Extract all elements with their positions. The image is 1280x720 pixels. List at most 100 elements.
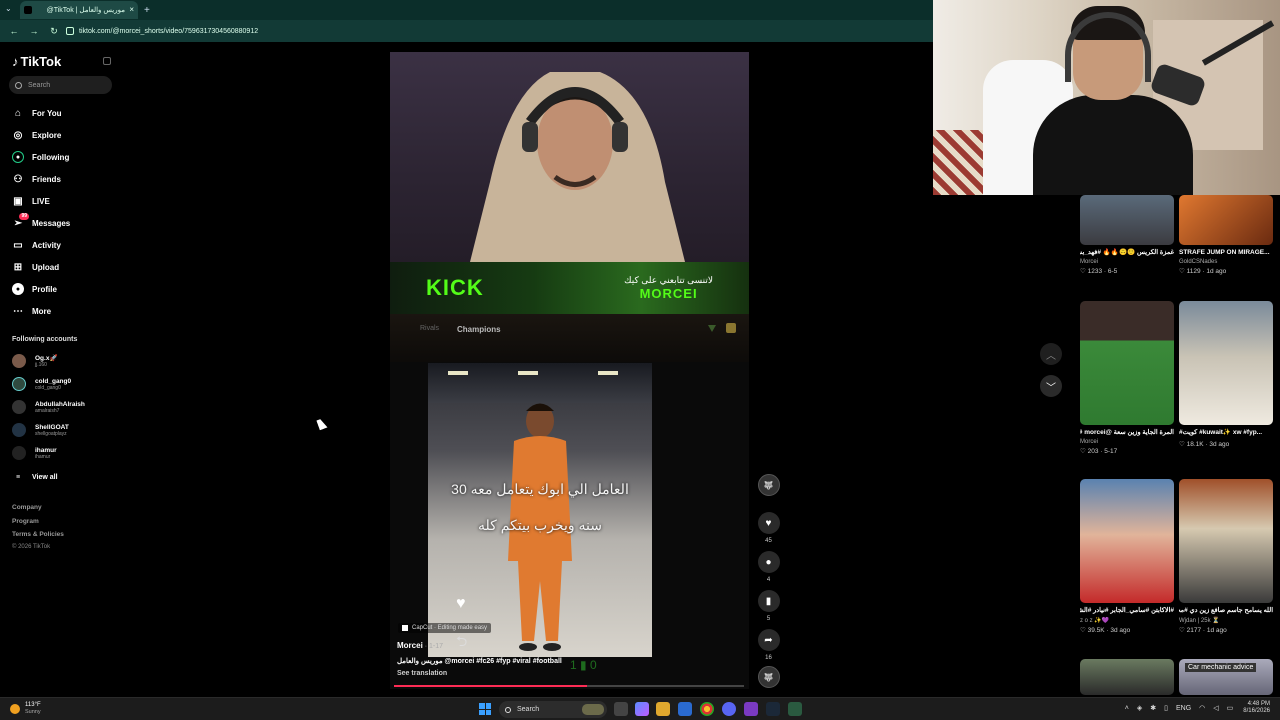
- list-icon: ≡: [15, 473, 21, 481]
- nav-for-you[interactable]: ⌂ For You: [12, 106, 62, 120]
- nav-label: Messages: [32, 218, 71, 228]
- store-icon[interactable]: [678, 702, 692, 716]
- share-button[interactable]: ➦ 16: [756, 629, 781, 661]
- video-player[interactable]: KICK لاتنسى تتابعني على كيك MORCEI Rival…: [390, 52, 749, 689]
- video-stats: ♡ 1233 · 6-5: [1080, 268, 1118, 275]
- back-arrow-icon: ⮌: [456, 633, 468, 649]
- progress-fill: [394, 685, 587, 687]
- app-icon[interactable]: [744, 702, 758, 716]
- steam-icon[interactable]: [766, 702, 780, 716]
- suggested-video-card[interactable]: #كويت #kuwait✨ xw #fyp... ♡ 18.1K · 3d a…: [1179, 301, 1273, 448]
- creator-avatar-button[interactable]: 🐺: [756, 474, 781, 496]
- video-title: غمزة الكريس 🙂🙃🔥🔥 #فهد_بسيك #نتائج_كاس...: [1080, 249, 1174, 256]
- mic-icon[interactable]: ▯: [1164, 704, 1168, 712]
- following-accounts-title: Following accounts: [12, 336, 78, 343]
- heart-icon: ♥: [757, 512, 780, 534]
- save-button[interactable]: ▮ 5: [756, 590, 781, 622]
- clip-overlay-text: العامل الي ابوك يتعامل معه 30 سنه ويخرب …: [428, 471, 652, 543]
- collapse-sidebar-icon[interactable]: [103, 57, 111, 65]
- search-input[interactable]: Search: [9, 76, 112, 94]
- network-icon[interactable]: ◈: [1137, 704, 1142, 712]
- weather-widget[interactable]: 113°F Sunny: [10, 702, 41, 715]
- suggested-video-card[interactable]: #الاكابتن #سامي_الجابر #نيادر #الشعب_الم…: [1080, 479, 1174, 634]
- tiktok-sidebar: ♪ TikTok Search ⌂ For You ◎ Explore ● Follo…: [0, 42, 120, 697]
- new-tab-button[interactable]: +: [144, 5, 150, 16]
- activity-icon: ▭: [13, 239, 23, 251]
- nav-upload[interactable]: ⊞ Upload: [12, 260, 59, 274]
- following-account[interactable]: ShellGOAT shellgoatplayz: [12, 421, 69, 439]
- next-video-button[interactable]: ﹀: [1040, 375, 1062, 397]
- suggested-video-card[interactable]: STRAFE JUMP ON MIRAGE... GoldCSNades ♡ 1…: [1179, 195, 1273, 275]
- nav-explore[interactable]: ◎ Explore: [12, 128, 62, 142]
- nav-label: Friends: [32, 174, 61, 184]
- forward-button[interactable]: →: [28, 26, 40, 36]
- site-info-icon[interactable]: [66, 27, 74, 35]
- task-view-icon[interactable]: [614, 702, 628, 716]
- browser-tab[interactable]: موريس والعامل | TikTok@ ×: [20, 1, 138, 19]
- discord-icon[interactable]: [722, 702, 736, 716]
- screen: ⌄ موريس والعامل | TikTok@ × + ← → ↻ tikt…: [0, 0, 1280, 720]
- capcut-label[interactable]: CapCut · Editing made easy: [398, 623, 492, 633]
- terminal-icon[interactable]: [788, 702, 802, 716]
- video-title: #الاكابتن #سامي_الجابر #نيادر #الشعب_الم…: [1080, 607, 1174, 614]
- save-count: 5: [766, 616, 771, 622]
- account-handle: shellgoatplayz: [35, 430, 67, 437]
- file-explorer-icon[interactable]: [656, 702, 670, 716]
- tiktok-logo[interactable]: ♪ TikTok: [12, 54, 61, 69]
- language-indicator[interactable]: ENG: [1176, 705, 1191, 712]
- suggested-video-card[interactable]: غمزة الكريس 🙂🙃🔥🔥 #فهد_بسيك #نتائج_كاس...…: [1080, 195, 1174, 275]
- video-author[interactable]: Morcei · 1-17: [397, 641, 443, 650]
- nav-live[interactable]: ▣ LIVE: [12, 194, 50, 208]
- url-field[interactable]: tiktok.com/@morcei_shorts/video/75963173…: [66, 27, 258, 35]
- nav-following[interactable]: ● Following: [12, 150, 69, 164]
- following-account[interactable]: Og.x🚀 jj.160: [12, 352, 58, 370]
- battery-icon[interactable]: ▭: [1227, 704, 1234, 712]
- following-account[interactable]: AbdullahAlraish amalraish7: [12, 398, 85, 416]
- wifi-icon[interactable]: ◠: [1199, 704, 1205, 712]
- view-all-link[interactable]: ≡ View all: [12, 470, 58, 484]
- suggested-video-card[interactable]: المرة الجاية وزين سعة @morcei #الكابتن..…: [1080, 301, 1174, 455]
- footer-company[interactable]: Company: [12, 504, 42, 511]
- weather-condition: Sunny: [25, 709, 41, 715]
- previous-video-button[interactable]: ︿: [1040, 343, 1062, 365]
- see-translation-link[interactable]: See translation: [397, 670, 447, 677]
- comment-button[interactable]: ● 4: [756, 551, 781, 583]
- reload-button[interactable]: ↻: [48, 26, 60, 37]
- badge-icon: [726, 323, 736, 333]
- ceiling-light: [518, 371, 538, 375]
- volume-icon[interactable]: ◁: [1213, 704, 1218, 712]
- suggested-video-card[interactable]: Car mechanic advice: [1179, 659, 1273, 695]
- chrome-icon[interactable]: [700, 702, 714, 716]
- windows-start-button[interactable]: [479, 703, 491, 715]
- following-account[interactable]: ihamur ihamur: [12, 444, 57, 462]
- clock[interactable]: 4:48 PM 8/16/2026: [1243, 701, 1270, 715]
- copilot-icon[interactable]: [635, 702, 649, 716]
- share-icon: ➦: [757, 629, 780, 651]
- avatar: [12, 423, 26, 437]
- tiktok-note-icon: ♪: [12, 54, 19, 69]
- nav-activity[interactable]: ▭ Activity: [12, 238, 61, 252]
- back-button[interactable]: ←: [8, 26, 20, 36]
- sound-avatar-button[interactable]: 🐺: [756, 666, 781, 688]
- chevron-up-icon[interactable]: ˄: [1125, 705, 1129, 712]
- following-account[interactable]: cold_gang0 cold_gang0: [12, 375, 71, 393]
- video-author: Morcei: [1080, 439, 1099, 445]
- footer-terms[interactable]: Terms & Policies: [12, 531, 64, 538]
- footer-program[interactable]: Program: [12, 518, 39, 525]
- video-title: Car mechanic advice: [1185, 663, 1257, 672]
- taskbar-search[interactable]: Search: [499, 701, 607, 718]
- video-progress-bar[interactable]: [394, 685, 744, 687]
- tab-list-icon[interactable]: ⌄: [5, 4, 12, 13]
- suggested-video-card[interactable]: الله يسامح جاسم صافع زين دي #محمد_القحطا…: [1179, 479, 1273, 634]
- video-caption: موريس والعامل @morcei #fc26 #fyp #viral …: [397, 658, 562, 665]
- nav-more[interactable]: ⋯ More: [12, 304, 51, 318]
- clock-time: 4:48 PM: [1247, 701, 1270, 707]
- nav-messages[interactable]: ➢ 99 Messages: [12, 213, 71, 230]
- like-button[interactable]: ♥ 45: [756, 512, 781, 544]
- suggested-video-card[interactable]: [1080, 659, 1174, 695]
- video-author: GoldCSNades: [1179, 259, 1218, 265]
- nav-profile[interactable]: ● Profile: [12, 282, 57, 296]
- tab-close-icon[interactable]: ×: [129, 5, 134, 14]
- bluetooth-icon[interactable]: ✱: [1150, 704, 1156, 712]
- nav-friends[interactable]: ⚇ Friends: [12, 172, 61, 186]
